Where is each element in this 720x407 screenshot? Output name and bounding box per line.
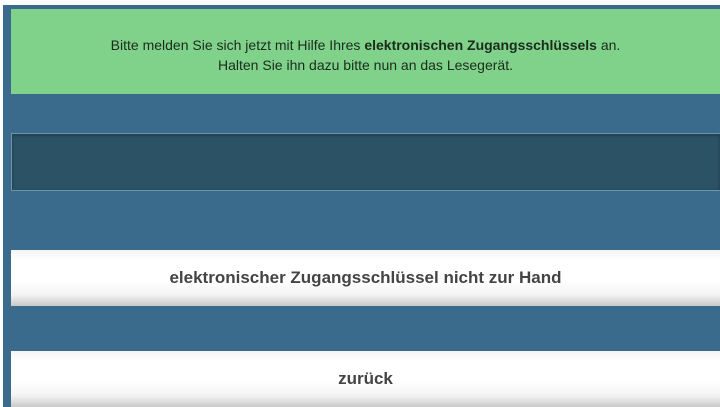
instruction-text-end: an. (596, 37, 621, 53)
instruction-line-1: Bitte melden Sie sich jetzt mit Hilfe Ih… (11, 35, 720, 55)
card-reader-input[interactable] (11, 133, 720, 191)
back-button[interactable]: zurück (11, 351, 720, 407)
instruction-key-emphasis: elektronischen Zugangsschlüssels (364, 37, 597, 53)
login-screen: Bitte melden Sie sich jetzt mit Hilfe Ih… (0, 0, 720, 407)
instruction-notice: Bitte melden Sie sich jetzt mit Hilfe Ih… (11, 9, 720, 94)
login-panel: Bitte melden Sie sich jetzt mit Hilfe Ih… (3, 5, 720, 407)
instruction-line-2: Halten Sie ihn dazu bitte nun an das Les… (218, 57, 513, 73)
instruction-text-start: Bitte melden Sie sich jetzt mit Hilfe Ih… (110, 37, 365, 53)
key-not-at-hand-button[interactable]: elektronischer Zugangsschlüssel nicht zu… (11, 250, 720, 306)
